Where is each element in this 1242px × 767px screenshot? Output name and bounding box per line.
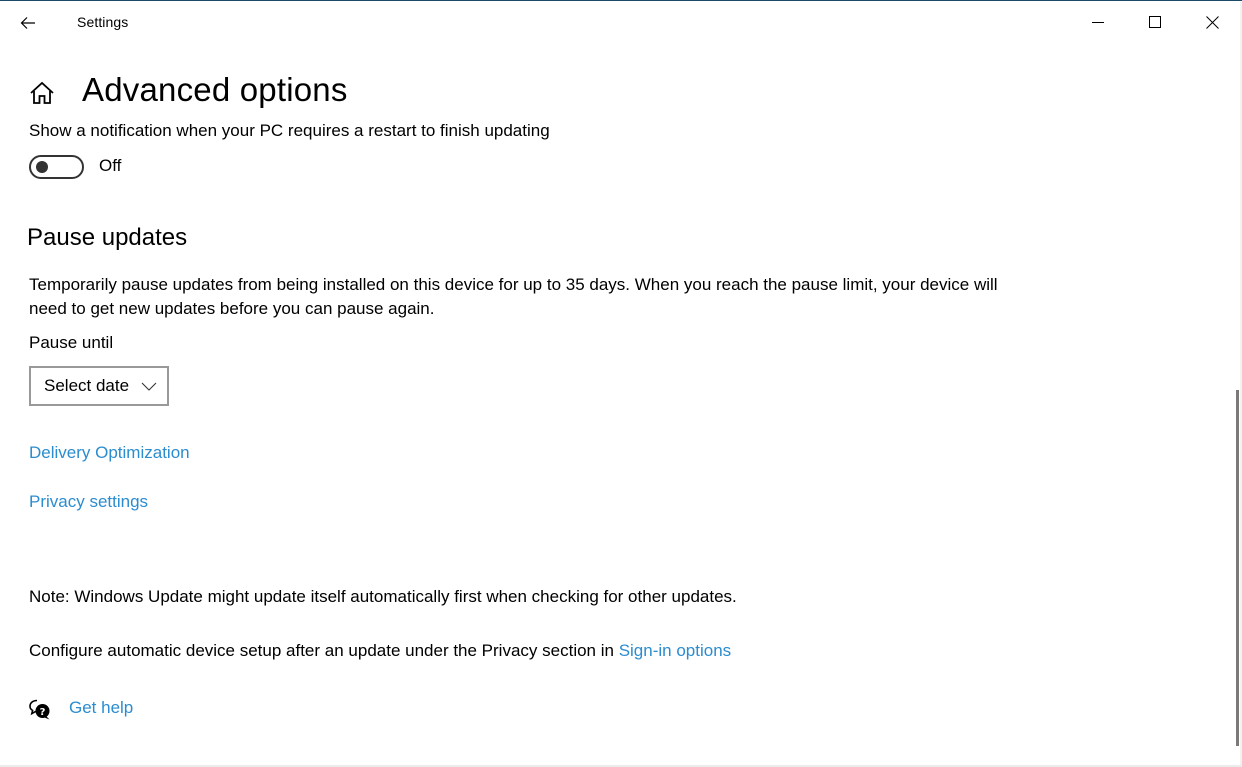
delivery-optimization-link[interactable]: Delivery Optimization — [29, 443, 190, 463]
sign-in-options-link[interactable]: Sign-in options — [619, 641, 731, 660]
help-chat-icon[interactable]: ? — [28, 698, 52, 722]
app-title: Settings — [77, 14, 129, 30]
pause-until-dropdown[interactable]: Select date — [29, 366, 169, 406]
chevron-down-icon — [141, 382, 157, 391]
restart-notification-toggle[interactable] — [29, 155, 84, 179]
privacy-settings-link[interactable]: Privacy settings — [29, 492, 148, 512]
svg-text:?: ? — [40, 707, 46, 718]
configure-setup-text: Configure automatic device setup after a… — [29, 639, 731, 663]
restart-notification-label: Show a notification when your PC require… — [29, 121, 550, 140]
page-title: Advanced options — [82, 71, 348, 108]
get-help-link[interactable]: Get help — [69, 698, 133, 718]
pause-until-label: Pause until — [29, 333, 114, 352]
toggle-state-label: Off — [99, 156, 122, 175]
home-icon[interactable] — [29, 80, 55, 106]
windows-update-note: Note: Windows Update might update itself… — [29, 587, 737, 606]
maximize-button[interactable] — [1132, 2, 1178, 42]
toggle-knob — [36, 161, 48, 173]
close-button[interactable] — [1189, 2, 1235, 42]
pause-updates-heading: Pause updates — [27, 224, 188, 251]
maximize-icon — [1149, 16, 1161, 28]
back-button[interactable] — [8, 3, 48, 43]
get-help-row: ? Get help — [28, 697, 133, 723]
minimize-button[interactable] — [1075, 2, 1121, 42]
minimize-icon — [1092, 22, 1104, 23]
back-arrow-icon — [20, 17, 35, 29]
dropdown-selected-value: Select date — [44, 376, 130, 395]
configure-setup-prefix: Configure automatic device setup after a… — [29, 641, 619, 660]
title-bar: Settings — [0, 2, 1242, 42]
settings-window: Settings Advanced options Show a notific… — [0, 0, 1242, 767]
scrollbar-thumb[interactable] — [1236, 390, 1239, 746]
close-icon — [1205, 15, 1219, 29]
pause-updates-description: Temporarily pause updates from being ins… — [29, 275, 998, 318]
